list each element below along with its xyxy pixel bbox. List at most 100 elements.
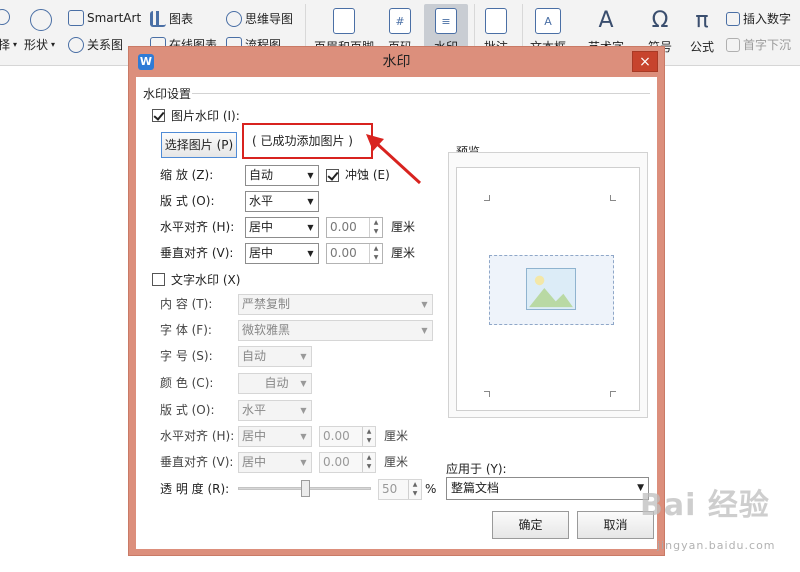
spin-arrows-icon[interactable]: ▲ ▼ <box>362 453 375 472</box>
watermark-icon: ≡ <box>435 8 457 34</box>
ribbon-chart-button[interactable]: 图表 <box>150 10 193 27</box>
transparency-slider-thumb[interactable] <box>300 480 310 497</box>
ribbon-smartart-button[interactable]: SmartArt <box>68 10 141 26</box>
chevron-down-icon: ▼ <box>307 197 314 206</box>
text-halign-select[interactable]: 居中 ▼ <box>238 426 312 447</box>
picture-halign-select[interactable]: 居中 ▼ <box>245 217 319 238</box>
chevron-down-icon: ▼ <box>300 352 307 361</box>
wordart-icon: A <box>598 8 614 33</box>
shapes-icon <box>30 9 52 31</box>
chevron-down-icon: ▼ <box>300 458 307 467</box>
picture-layout-label: 版 式 (O): <box>160 194 215 208</box>
dialog-title: 水印 <box>382 54 411 70</box>
washout-checkbox[interactable] <box>326 169 339 182</box>
chevron-down-icon: ▼ <box>300 406 307 415</box>
picture-valign-label: 垂直对齐 (V): <box>160 246 234 260</box>
picture-valign-select[interactable]: 居中 ▼ <box>245 243 319 264</box>
picture-watermark-label: 图片水印 (I): <box>171 109 240 123</box>
spin-arrows-icon[interactable]: ▲ ▼ <box>369 244 382 263</box>
chart-icon <box>150 10 166 27</box>
close-button[interactable]: × <box>632 51 658 72</box>
pi-icon: π <box>695 8 709 33</box>
chevron-down-icon: ▼ <box>307 171 314 180</box>
ribbon-partial-item[interactable]: 择 ▾ <box>0 36 17 53</box>
text-layout-label: 版 式 (O): <box>160 403 215 417</box>
scale-select[interactable]: 自动 ▼ <box>245 165 319 186</box>
preview-frame <box>448 152 648 418</box>
omega-icon: Ω <box>651 8 669 33</box>
transparency-unit: % <box>425 482 437 496</box>
mindmap-icon <box>226 10 242 27</box>
content-select[interactable]: 严禁复制 ▼ <box>238 294 433 315</box>
margin-corner <box>484 195 490 201</box>
font-select[interactable]: 微软雅黑 ▼ <box>238 320 433 341</box>
ribbon-relation-button[interactable]: 关系图 <box>68 36 123 53</box>
ribbon-formula-button[interactable]: π 公式 <box>690 8 714 55</box>
spin-arrows-icon[interactable]: ▲ ▼ <box>369 218 382 237</box>
content-label: 内 容 (T): <box>160 297 213 311</box>
text-halign-offset[interactable]: 0.00 ▲ ▼ <box>319 426 376 447</box>
section-divider <box>192 93 650 94</box>
font-label: 字 体 (F): <box>160 323 212 337</box>
scale-label: 缩 放 (Z): <box>160 168 214 182</box>
picture-valign-offset[interactable]: 0.00 ▲ ▼ <box>326 243 383 264</box>
text-layout-select[interactable]: 水平 ▼ <box>238 400 312 421</box>
ribbon-insert-number-button[interactable]: 插入数字 <box>726 10 791 27</box>
size-select[interactable]: 自动 ▼ <box>238 346 312 367</box>
relation-icon <box>68 36 84 53</box>
color-label: 颜 色 (C): <box>160 376 214 390</box>
chevron-down-icon: ▼ <box>307 223 314 232</box>
chevron-down-icon: ▼ <box>300 432 307 441</box>
smartart-icon <box>68 10 84 26</box>
chevron-down-icon: ▼ <box>421 300 428 309</box>
picture-icon <box>526 268 576 310</box>
ribbon-shapes-button[interactable]: 形状 ▾ <box>24 36 55 53</box>
chevron-down-icon: ▼ <box>307 249 314 258</box>
picture-valign-unit: 厘米 <box>391 246 416 260</box>
dialog-titlebar[interactable]: W 水印 × <box>129 47 664 77</box>
number-icon <box>726 11 740 26</box>
watermark-dialog: W 水印 × 水印设置 图片水印 (I): 选择图片 (P) ( 已成功添加图片… <box>128 46 665 556</box>
transparency-label: 透 明 度 (R): <box>160 482 230 496</box>
dialog-client: 水印设置 图片水印 (I): 选择图片 (P) ( 已成功添加图片 ) 缩 放 … <box>136 77 657 549</box>
margin-corner <box>610 391 616 397</box>
chevron-down-icon: ▼ <box>421 326 428 335</box>
margin-corner <box>484 391 490 397</box>
spin-arrows-icon[interactable]: ▲ ▼ <box>408 480 421 499</box>
picture-layout-select[interactable]: 水平 ▼ <box>245 191 319 212</box>
comment-icon <box>485 8 507 34</box>
transparency-input[interactable]: 50 ▲ ▼ <box>378 479 422 500</box>
header-footer-icon <box>333 8 355 34</box>
watermark-image-placeholder <box>489 255 614 325</box>
text-valign-label: 垂直对齐 (V): <box>160 455 234 469</box>
select-picture-button[interactable]: 选择图片 (P) <box>161 132 237 158</box>
chevron-down-icon: ▾ <box>51 40 56 49</box>
picture-halign-unit: 厘米 <box>391 220 416 234</box>
textbox-icon: A <box>535 8 561 34</box>
color-select[interactable]: 自动 ▼ <box>238 373 312 394</box>
baidu-jingyan-logo: Bai 经验 <box>640 488 770 523</box>
text-valign-select[interactable]: 居中 ▼ <box>238 452 312 473</box>
section-title: 水印设置 <box>143 87 192 101</box>
text-valign-unit: 厘米 <box>384 455 409 469</box>
chevron-down-icon: ▾ <box>13 40 18 49</box>
ribbon-mindmap-button[interactable]: 思维导图 <box>226 10 293 27</box>
ribbon-shapes-icon-wrap[interactable] <box>30 9 52 31</box>
dropcap-icon <box>726 37 740 52</box>
ribbon-partial-icon[interactable] <box>0 9 10 25</box>
text-valign-offset[interactable]: 0.00 ▲ ▼ <box>319 452 376 473</box>
ribbon-dropcap-button[interactable]: 首字下沉 <box>726 36 791 53</box>
ok-button[interactable]: 确定 <box>492 511 569 539</box>
text-halign-unit: 厘米 <box>384 429 409 443</box>
picture-halign-label: 水平对齐 (H): <box>160 220 235 234</box>
picture-halign-offset[interactable]: 0.00 ▲ ▼ <box>326 217 383 238</box>
picture-added-status: ( 已成功添加图片 ) <box>242 123 373 159</box>
spin-arrows-icon[interactable]: ▲ ▼ <box>362 427 375 446</box>
chevron-down-icon: ▼ <box>300 379 307 388</box>
apply-label: 应用于 (Y): <box>446 462 507 476</box>
picture-watermark-checkbox[interactable] <box>152 109 165 122</box>
shape-icon <box>0 9 10 25</box>
apply-select[interactable]: 整篇文档 ▼ <box>446 477 649 500</box>
text-halign-label: 水平对齐 (H): <box>160 429 235 443</box>
text-watermark-checkbox[interactable] <box>152 273 165 286</box>
